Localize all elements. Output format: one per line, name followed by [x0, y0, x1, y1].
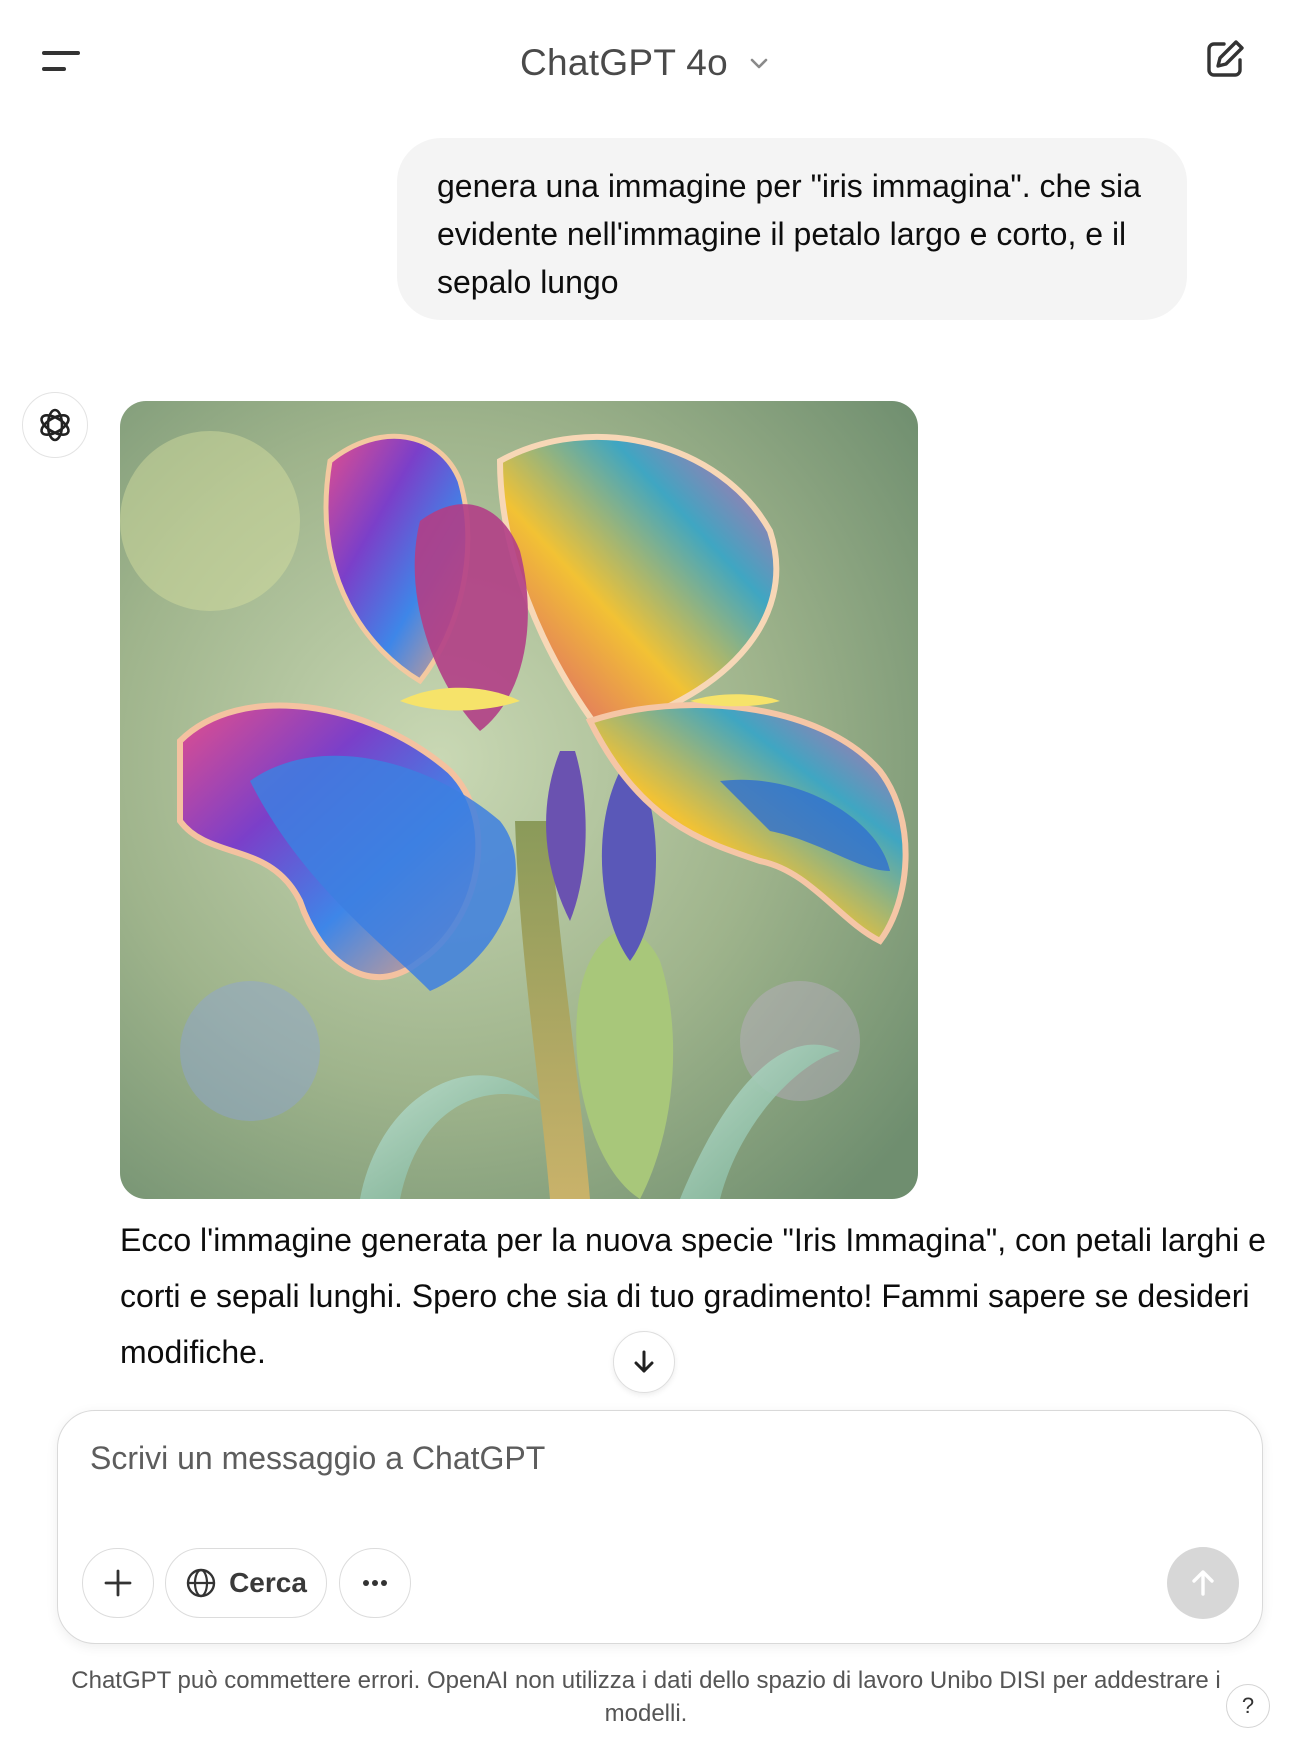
chevron-down-icon: [750, 58, 768, 69]
globe-icon: [186, 1568, 216, 1598]
model-title: ChatGPT 4o: [520, 42, 728, 83]
arrow-down-icon: [634, 1350, 654, 1373]
scroll-to-bottom-button[interactable]: [613, 1331, 675, 1393]
model-selector[interactable]: ChatGPT 4o: [0, 38, 1292, 88]
help-button[interactable]: ?: [1226, 1684, 1270, 1728]
send-button[interactable]: [1167, 1547, 1239, 1619]
assistant-message: Ecco l'immagine generata per la nuova sp…: [120, 1222, 1266, 1370]
search-button[interactable]: Cerca: [165, 1548, 327, 1618]
plus-icon: [104, 1569, 132, 1597]
search-label: Cerca: [229, 1567, 307, 1598]
new-chat-button[interactable]: [1202, 36, 1248, 82]
message-input[interactable]: Scrivi un messaggio a ChatGPT: [90, 1440, 545, 1477]
generated-iris-image[interactable]: [120, 401, 918, 1199]
openai-logo-icon: [40, 408, 70, 442]
compose-icon: [1207, 40, 1244, 77]
disclaimer-text: ChatGPT può commettere errori. OpenAI no…: [71, 1667, 1221, 1727]
ellipsis-icon: [363, 1580, 387, 1586]
user-message-bubble: genera una immagine per "iris immagina".…: [397, 138, 1187, 320]
attach-button[interactable]: [82, 1548, 154, 1618]
more-options-button[interactable]: [339, 1548, 411, 1618]
arrow-up-icon: [1192, 1570, 1214, 1596]
assistant-avatar: [22, 392, 88, 458]
iris-illustration: [120, 401, 918, 1199]
